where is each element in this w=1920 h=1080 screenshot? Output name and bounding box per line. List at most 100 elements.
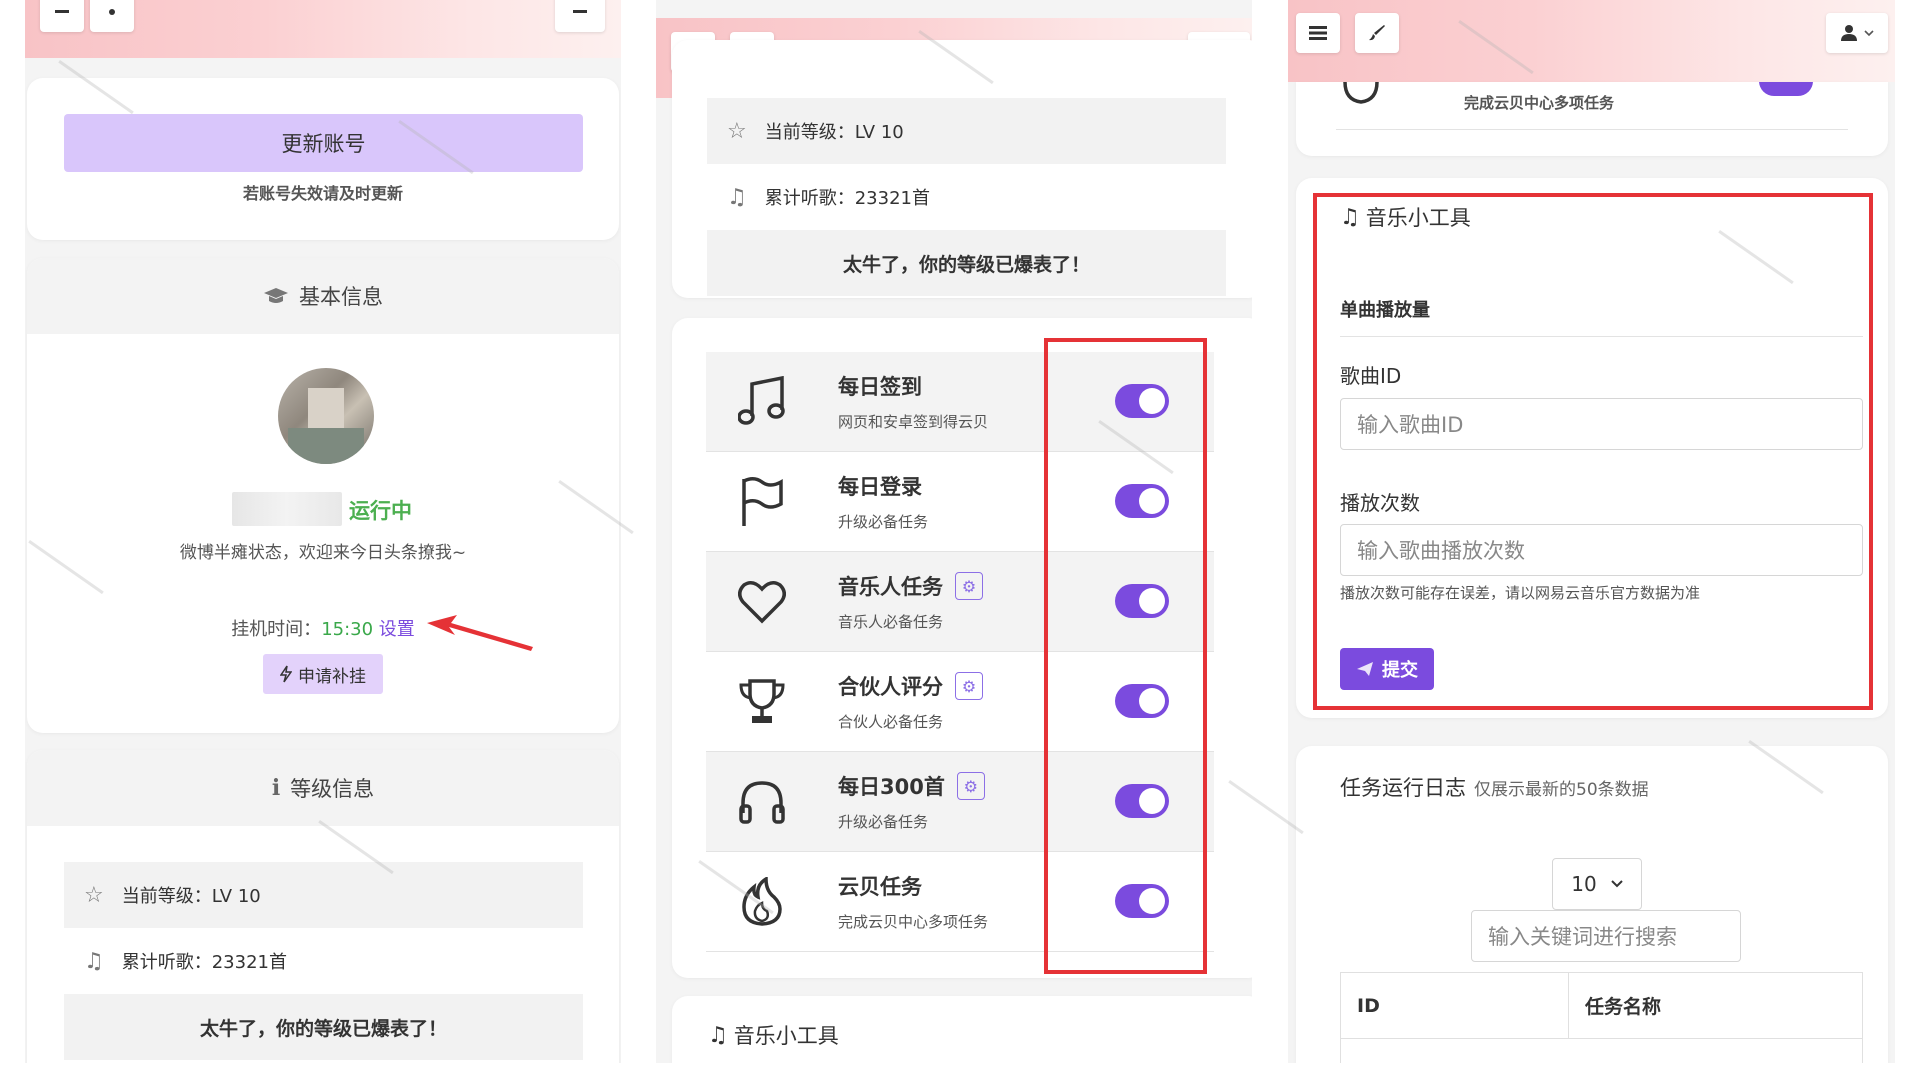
fire-icon — [1343, 82, 1379, 104]
music-note-icon: ♫ — [727, 184, 747, 210]
task-subtitle: 完成云贝中心多项任务 — [838, 913, 989, 931]
right-panel: 完成云贝中心多项任务 ♫ 音乐小工具 单曲播放量 歌曲ID 输入歌曲ID 播放次… — [1288, 0, 1895, 1063]
gear-icon: ⚙ — [963, 776, 979, 796]
task-settings-button[interactable]: ⚙ — [955, 672, 983, 700]
task-title: 每日300首 — [838, 775, 945, 799]
hang-time-label: 挂机时间： — [231, 619, 322, 640]
task-subtitle: 网页和安卓签到得云贝 — [838, 413, 989, 431]
middle-panel: ☆ 当前等级：LV 10 ♫ 累计听歌：23321首 太牛了，你的等级已爆表了！… — [656, 0, 1252, 1063]
task-title: 合伙人评分 — [838, 675, 943, 699]
task-subtitle: 升级必备任务 — [838, 513, 929, 531]
music-note-icon — [732, 372, 792, 432]
avatar — [278, 368, 374, 464]
task-title: 每日签到 — [838, 375, 922, 399]
star-icon: ☆ — [727, 118, 747, 144]
task-log-card: 任务运行日志 仅展示最新的50条数据 10 输入关键词进行搜索 ID 任务名称 — [1296, 746, 1888, 1063]
task-subtitle: 升级必备任务 — [838, 813, 929, 831]
table-header-task-name[interactable]: 任务名称 — [1569, 973, 1862, 1038]
menu-icon — [55, 10, 69, 13]
page-size-value: 10 — [1571, 872, 1597, 896]
chevron-down-icon — [1611, 880, 1623, 888]
headphones-icon — [732, 772, 792, 832]
task-settings-button[interactable]: ⚙ — [955, 572, 983, 600]
table-header-id[interactable]: ID — [1341, 973, 1569, 1038]
current-level-row: ☆ 当前等级：LV 10 — [707, 98, 1226, 164]
total-listened-text: 累计听歌：23321首 — [121, 952, 287, 973]
fire-icon — [732, 872, 792, 932]
basic-info-title: 基本信息 — [299, 285, 383, 309]
task-title: 音乐人任务 — [838, 575, 943, 599]
flag-icon — [732, 472, 792, 532]
level-info-title: 等级信息 — [290, 777, 375, 801]
page-size-select[interactable]: 10 — [1552, 858, 1642, 910]
music-note-icon: ♫ — [84, 948, 104, 974]
apply-button[interactable]: 申请补挂 — [263, 654, 383, 694]
left-panel: 更新账号 若账号失效请及时更新 基本信息 运行中 微博半瘫状态，欢迎来今日头条撩… — [25, 0, 621, 1063]
update-hint: 若账号失效请及时更新 — [242, 184, 403, 203]
brush-icon — [1369, 25, 1385, 41]
signature: 微博半瘫状态，欢迎来今日头条撩我~ — [179, 543, 467, 563]
music-tools-title: 音乐小工具 — [733, 1024, 839, 1048]
status-badge: 运行中 — [349, 499, 412, 523]
music-tools-header: ♫ 音乐小工具 — [708, 1020, 839, 1050]
current-level-text: 当前等级：LV 10 — [121, 886, 261, 907]
gear-icon: ⚙ — [961, 576, 977, 596]
lightning-icon — [280, 665, 292, 683]
top-bar — [25, 0, 621, 58]
table-header-row: ID 任务名称 — [1341, 973, 1862, 1039]
level-info-card: ☆ 当前等级：LV 10 ♫ 累计听歌：23321首 太牛了，你的等级已爆表了！ — [672, 40, 1252, 298]
log-title: 任务运行日志 — [1340, 776, 1466, 800]
user-menu-button[interactable] — [555, 0, 605, 32]
log-header: 任务运行日志 仅展示最新的50条数据 — [1340, 772, 1649, 802]
highlight-box-toggles — [1044, 338, 1207, 974]
yunbei-task-card-partial: 完成云贝中心多项任务 — [1296, 82, 1888, 156]
task-subtitle: 音乐人必备任务 — [838, 613, 944, 631]
graduation-cap-icon — [264, 288, 288, 303]
star-icon: ☆ — [84, 882, 104, 908]
log-subtitle: 仅展示最新的50条数据 — [1474, 780, 1649, 800]
total-listened-row: ♫ 累计听歌：23321首 — [64, 928, 583, 994]
level-info-card: i 等级信息 ☆ 当前等级：LV 10 ♫ 累计听歌：23321首 太牛了，你的… — [27, 750, 619, 1063]
chevron-down-icon — [1864, 30, 1874, 37]
brush-button[interactable] — [1355, 13, 1399, 53]
menu-button[interactable] — [1296, 13, 1340, 53]
red-arrow — [427, 615, 533, 651]
level-note: 太牛了，你的等级已爆表了！ — [707, 230, 1226, 296]
task-toggle[interactable] — [1759, 82, 1813, 96]
brush-icon — [109, 9, 115, 15]
info-icon: i — [271, 775, 281, 801]
music-icon: ♫ — [708, 1022, 728, 1048]
level-info-header: i 等级信息 — [27, 750, 619, 826]
user-icon — [1841, 25, 1857, 41]
apply-button-label: 申请补挂 — [298, 666, 366, 687]
user-icon — [573, 10, 587, 13]
task-settings-button[interactable]: ⚙ — [956, 772, 985, 800]
update-account-button[interactable]: 更新账号 — [64, 114, 583, 172]
top-bar — [1288, 0, 1895, 82]
account-card: 更新账号 若账号失效请及时更新 — [27, 78, 619, 240]
current-level-text: 当前等级：LV 10 — [764, 122, 904, 143]
trophy-icon — [732, 672, 792, 732]
task-subtitle: 完成云贝中心多项任务 — [1464, 94, 1615, 112]
log-search-input[interactable]: 输入关键词进行搜索 — [1471, 910, 1741, 962]
basic-info-card: 基本信息 运行中 微博半瘫状态，欢迎来今日头条撩我~ 挂机时间：15:30 设置… — [27, 258, 619, 733]
current-level-row: ☆ 当前等级：LV 10 — [64, 862, 583, 928]
highlight-box-music-tools — [1313, 193, 1873, 710]
hang-time-value: 15:30 — [321, 619, 374, 640]
total-listened-row: ♫ 累计听歌：23321首 — [707, 164, 1226, 230]
music-tools-card: ♫ 音乐小工具 — [672, 996, 1252, 1063]
settings-link[interactable]: 设置 — [379, 619, 415, 640]
gear-icon: ⚙ — [961, 676, 977, 696]
menu-button[interactable] — [40, 0, 84, 32]
heart-icon — [732, 572, 792, 632]
level-note: 太牛了，你的等级已爆表了！ — [64, 994, 583, 1060]
basic-info-header: 基本信息 — [27, 258, 619, 334]
user-menu-button[interactable] — [1826, 13, 1888, 53]
brush-button[interactable] — [90, 0, 134, 32]
task-title: 云贝任务 — [838, 875, 922, 899]
log-table: ID 任务名称 — [1340, 972, 1863, 1063]
task-title: 每日登录 — [838, 475, 922, 499]
task-subtitle: 合伙人必备任务 — [838, 713, 944, 731]
menu-icon — [1309, 26, 1327, 40]
nickname-blurred — [232, 492, 342, 526]
